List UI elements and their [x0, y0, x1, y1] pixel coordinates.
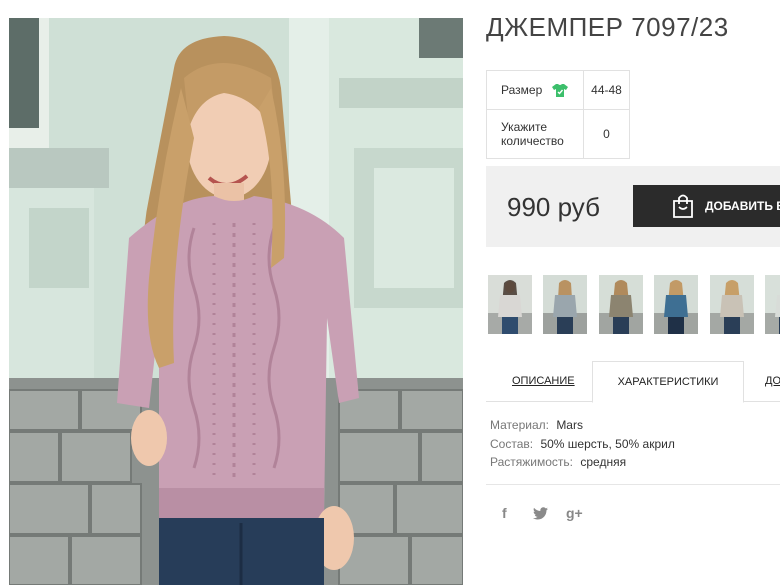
product-title: ДЖЕМПЕР 7097/23 [486, 12, 729, 42]
thumbnail-image [654, 275, 698, 334]
thumbnail-3[interactable] [599, 275, 643, 334]
thumbnail-image [765, 275, 780, 334]
divider [486, 484, 780, 485]
spec-row-stretch: Растяжимость: средняя [490, 453, 675, 472]
price-panel: 990 руб ДОБАВИТЬ В [486, 166, 780, 247]
spec-row-material: Материал: Mars [490, 416, 675, 435]
thumbnail-image [710, 275, 754, 334]
thumbnail-image [543, 275, 587, 334]
shopping-bag-icon [673, 194, 693, 218]
tab-characteristics[interactable]: ХАРАКТЕРИСТИКИ [592, 361, 744, 403]
tab-description[interactable]: ОПИСАНИЕ [512, 361, 575, 402]
thumbnail-6[interactable] [765, 275, 780, 334]
size-label-cell: Размер [486, 70, 584, 110]
thumbnail-1[interactable] [488, 275, 532, 334]
size-label: Размер [501, 82, 543, 97]
spec-value: Mars [556, 418, 583, 432]
thumbnail-5[interactable] [710, 275, 754, 334]
product-tabs: ОПИСАНИЕ ХАРАКТЕРИСТИКИ ДО [486, 361, 780, 403]
spec-key: Растяжимость: [490, 455, 574, 469]
quantity-label: Укажите количество [486, 109, 584, 159]
twitter-icon[interactable] [533, 507, 548, 520]
quantity-input[interactable]: 0 [583, 109, 630, 159]
product-options-table: Размер 44-48 Укажите количество 0 [486, 70, 630, 159]
thumbnail-4[interactable] [654, 275, 698, 334]
spec-key: Материал: [490, 418, 549, 432]
product-price: 990 руб [507, 192, 600, 222]
spec-value: средняя [580, 455, 627, 469]
tab-additional[interactable]: ДО [765, 361, 780, 402]
spec-row-composition: Состав: 50% шерсть, 50% акрил [490, 435, 675, 454]
main-product-photo[interactable] [9, 18, 463, 585]
spec-value: 50% шерсть, 50% акрил [540, 436, 675, 451]
thumbnail-strip [488, 275, 780, 335]
add-to-cart-button[interactable]: ДОБАВИТЬ В [633, 185, 780, 227]
add-to-cart-label: ДОБАВИТЬ В [705, 199, 780, 213]
model-photo-illustration [9, 18, 463, 585]
spec-key: Состав: [490, 436, 534, 451]
googleplus-icon[interactable]: g+ [566, 505, 583, 521]
size-chart-icon[interactable] [551, 83, 568, 98]
thumbnail-image [599, 275, 643, 334]
thumbnail-image [488, 275, 532, 334]
facebook-icon[interactable]: f [502, 505, 507, 521]
size-value[interactable]: 44-48 [583, 70, 630, 110]
thumbnail-2[interactable] [543, 275, 587, 334]
product-specs: Материал: Mars Состав: 50% шерсть, 50% а… [490, 416, 675, 472]
